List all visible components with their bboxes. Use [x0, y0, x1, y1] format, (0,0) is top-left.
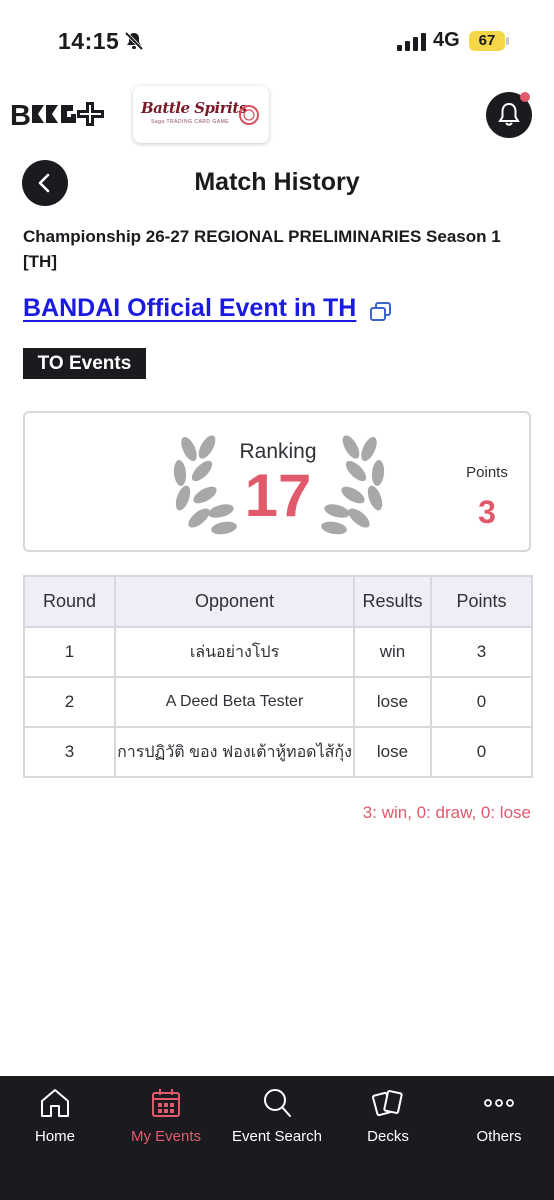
table-row: 3 การปฏิวัติ ของ ฟองเต้าหู้ทอดไส้กุ้ง lo… — [23, 726, 533, 778]
table-row: 2 A Deed Beta Tester lose 0 — [23, 676, 533, 728]
round-cell: 1 — [23, 626, 116, 678]
bell-muted-icon — [124, 31, 144, 51]
opponent-cell: เล่นอย่างโปร — [114, 626, 355, 678]
points-cell: 0 — [430, 726, 533, 778]
opponent-cell: A Deed Beta Tester — [114, 676, 355, 728]
signal-icon — [397, 33, 426, 51]
external-link-icon[interactable] — [370, 302, 392, 322]
search-icon — [264, 1089, 291, 1117]
page-title: Match History — [194, 168, 360, 196]
tab-others[interactable]: Others — [444, 1076, 554, 1200]
more-icon — [484, 1099, 514, 1107]
result-cell: win — [353, 626, 432, 678]
battery-icon: 67 — [469, 31, 509, 51]
table-header-row: Round Opponent Results Points — [23, 575, 533, 628]
battle-spirits-logo[interactable]: Battle Spirits Saga TRADING CARD GAME — [133, 86, 269, 143]
status-time: 14:15 — [58, 28, 120, 54]
bell-icon — [498, 102, 520, 126]
result-cell: lose — [353, 676, 432, 728]
round-cell: 2 — [23, 676, 116, 728]
game-logo-text: Battle Spirits — [141, 99, 247, 117]
game-logo-subtext: Saga TRADING CARD GAME — [151, 119, 230, 125]
network-type: 4G — [433, 29, 460, 51]
event-name: Championship 26-27 REGIONAL PRELIMINARIE… — [23, 227, 501, 271]
tab-label: Decks — [367, 1128, 409, 1145]
tab-label: Event Search — [231, 1128, 323, 1145]
column-header-points: Points — [430, 575, 533, 628]
to-events-badge: TO Events — [23, 348, 146, 379]
calendar-icon — [152, 1089, 180, 1117]
column-header-results: Results — [353, 575, 432, 628]
tab-decks[interactable]: Decks — [333, 1076, 443, 1200]
ranking-value: 17 — [244, 462, 312, 529]
opponent-cell: การปฏิวัติ ของ ฟองเต้าหู้ทอดไส้กุ้ง — [114, 726, 355, 778]
status-bar: 14:15 4G 67 — [0, 0, 554, 80]
match-results-table: Round Opponent Results Points 1 เล่นอย่า… — [23, 575, 533, 778]
points-value: 3 — [478, 494, 496, 530]
home-icon — [41, 1089, 69, 1117]
bcg-plus-logo[interactable]: B — [10, 97, 112, 131]
ranking-card: Ranking 17 Points 3 — [23, 411, 531, 552]
battery-level: 67 — [478, 32, 496, 49]
result-cell: lose — [353, 726, 432, 778]
points-label: Points — [466, 464, 508, 481]
svg-text:B: B — [10, 100, 31, 131]
column-header-round: Round — [23, 575, 116, 628]
table-row: 1 เล่นอย่างโปร win 3 — [23, 626, 533, 678]
round-cell: 3 — [23, 726, 116, 778]
points-cell: 3 — [430, 626, 533, 678]
points-cell: 0 — [430, 676, 533, 728]
bottom-tab-bar: Home My Events Event Search Decks Others — [0, 1076, 554, 1200]
column-header-opponent: Opponent — [114, 575, 355, 628]
organizer-link[interactable]: BANDAI Official Event in TH — [23, 294, 356, 323]
tab-home[interactable]: Home — [0, 1076, 110, 1200]
tab-label: My Events — [130, 1128, 202, 1145]
tab-my-events[interactable]: My Events — [111, 1076, 221, 1200]
tab-label: Home — [34, 1128, 75, 1145]
tab-event-search[interactable]: Event Search — [222, 1076, 332, 1200]
cards-icon — [371, 1090, 403, 1117]
saga-ring-icon — [239, 105, 259, 125]
notification-badge — [520, 92, 530, 102]
results-legend: 3: win, 0: draw, 0: lose — [362, 803, 531, 822]
tab-label: Others — [476, 1128, 522, 1145]
